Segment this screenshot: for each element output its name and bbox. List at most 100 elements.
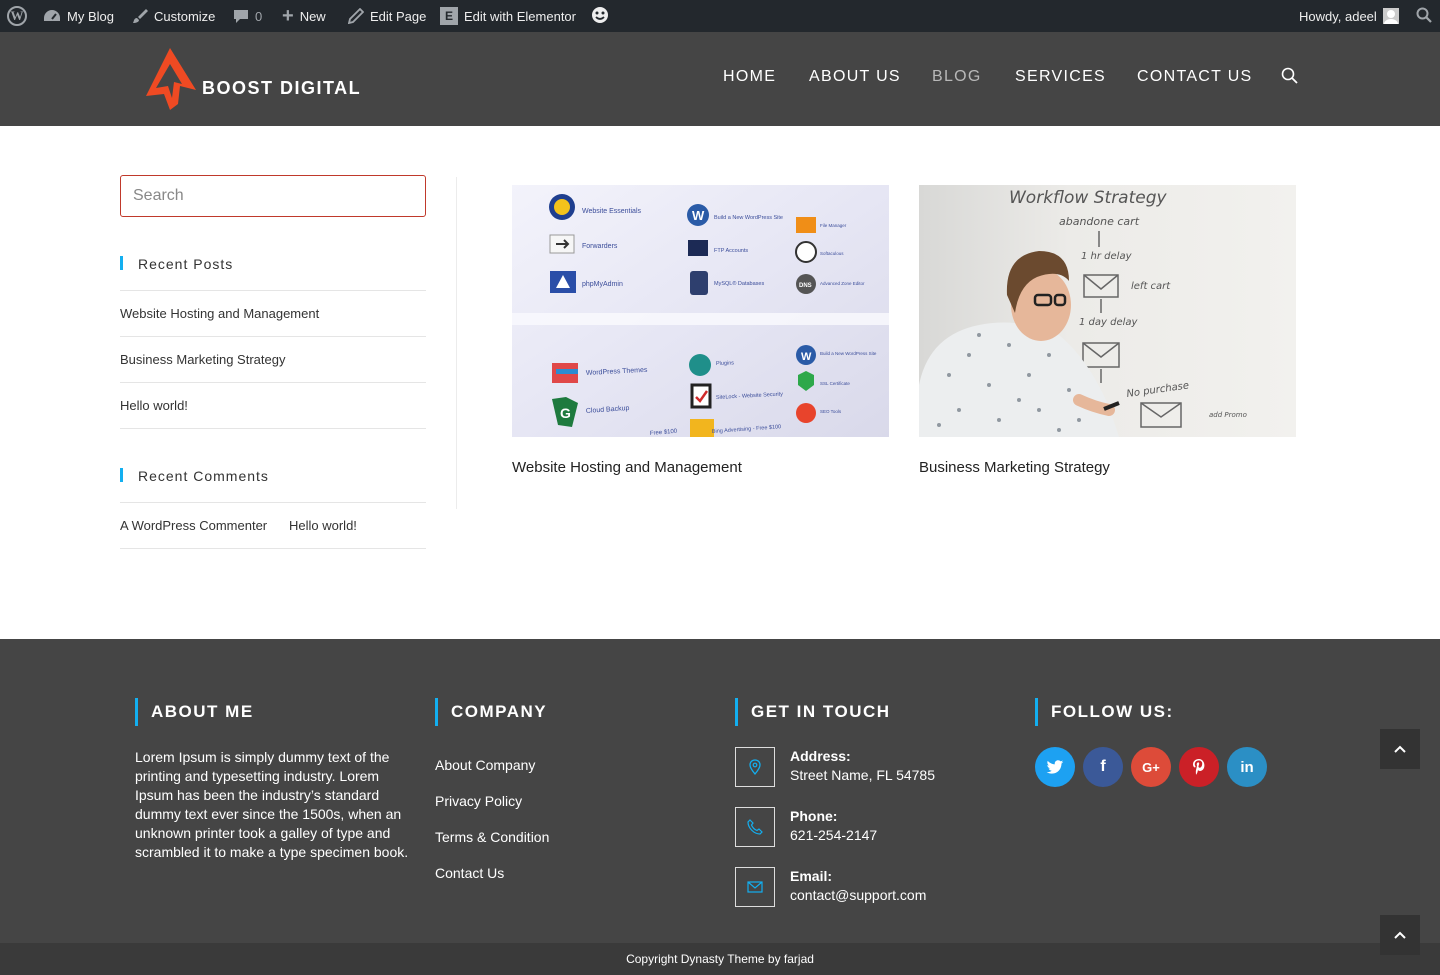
image-label: Build a New WordPress Site [820, 351, 877, 356]
phone-label: Phone: [790, 808, 838, 824]
image-label: Website Essentials [582, 208, 642, 215]
recent-post-link[interactable]: Website Hosting and Management [120, 306, 319, 321]
comment-author-link[interactable]: A WordPress Commenter [120, 518, 267, 533]
image-label: MySQL® Databases [714, 280, 764, 287]
recent-posts-title: Recent Posts [120, 256, 233, 272]
dashboard-icon [43, 8, 61, 24]
image-label: add Promo [1209, 411, 1247, 419]
footer-link-privacy-policy[interactable]: Privacy Policy [435, 793, 522, 809]
new-button[interactable]: + New [282, 0, 326, 32]
divider [120, 548, 426, 549]
address-label: Address: [790, 748, 851, 764]
image-label: Advanced Zone Editor [820, 281, 865, 286]
svg-text:W: W [692, 208, 705, 223]
twitter-icon[interactable] [1035, 747, 1075, 787]
footer-follow-title: FOLLOW US: [1035, 698, 1174, 726]
customize-label: Customize [154, 8, 216, 24]
logo-arrow-icon [142, 46, 198, 117]
wordpress-icon: W [7, 6, 27, 26]
recent-comments-title: Recent Comments [120, 468, 269, 484]
footer-about-text: Lorem Ipsum is simply dummy text of the … [135, 749, 409, 860]
edit-page-label: Edit Page [370, 8, 427, 24]
elementor-icon: E [440, 7, 458, 25]
post-title-link[interactable]: Business Marketing Strategy [919, 459, 1110, 476]
linkedin-icon[interactable]: in [1227, 747, 1267, 787]
search-icon [1416, 7, 1432, 26]
nav-contact-us[interactable]: CONTACT US [1137, 68, 1253, 86]
recent-post-link[interactable]: Business Marketing Strategy [120, 352, 285, 367]
post-thumbnail-marketing[interactable]: Workflow Strategy abandone cart 1 hr del… [919, 185, 1296, 437]
nav-about-us[interactable]: ABOUT US [809, 68, 901, 86]
divider [120, 290, 426, 291]
smiley-plugin-button[interactable] [591, 0, 609, 32]
email-value[interactable]: contact@support.com [790, 887, 926, 903]
address-value: Street Name, FL 54785 [790, 767, 936, 783]
nav-home[interactable]: HOME [723, 68, 776, 86]
bottom-bar: Copyright Dynasty Theme by farjad [0, 943, 1440, 975]
image-label: Plugins [716, 360, 734, 367]
comments-count: 0 [255, 8, 263, 24]
wordpress-logo-button[interactable]: W [7, 0, 27, 32]
image-label: FTP Accounts [714, 248, 748, 254]
divider [120, 336, 426, 337]
divider [120, 382, 426, 383]
copyright-text: Copyright Dynasty Theme by farjad [626, 952, 814, 966]
phone-icon [735, 807, 775, 847]
post-thumbnail-hosting[interactable]: Website Essentials Forwarders phpMyAdmin… [512, 185, 889, 437]
scroll-to-top-button-secondary[interactable] [1380, 915, 1420, 955]
nav-blog[interactable]: BLOG [932, 68, 982, 86]
edit-elementor-label: Edit with Elementor [464, 8, 576, 24]
edit-page-button[interactable]: Edit Page [348, 0, 426, 32]
footer-company-title: COMPANY [435, 698, 547, 726]
image-label: 1 hr delay [1081, 251, 1133, 262]
footer-link-contact-us[interactable]: Contact Us [435, 865, 504, 881]
scroll-to-top-button[interactable] [1380, 729, 1420, 769]
new-label: New [299, 8, 326, 24]
account-menu[interactable]: Howdy, adeel [1299, 0, 1399, 32]
image-label: Build a New WordPress Site [714, 215, 783, 221]
header-search-icon[interactable] [1281, 67, 1298, 89]
image-label: Softaculous [820, 251, 844, 256]
footer-about-title: ABOUT ME [135, 698, 254, 726]
edit-elementor-button[interactable]: E Edit with Elementor [440, 0, 576, 32]
google-plus-icon[interactable]: G+ [1131, 747, 1171, 787]
avatar [1382, 8, 1399, 24]
footer-link-about-company[interactable]: About Company [435, 757, 535, 773]
pencil-icon [348, 8, 364, 24]
email-icon [735, 867, 775, 907]
sidebar-divider [456, 177, 457, 509]
divider [120, 502, 426, 503]
comment-bubble-icon [233, 8, 249, 24]
my-blog-button[interactable]: My Blog [43, 0, 114, 32]
location-icon [735, 747, 775, 787]
phone-value: 621-254-2147 [790, 827, 878, 843]
brush-icon [132, 8, 148, 24]
image-label: phpMyAdmin [582, 281, 623, 288]
site-name-label: My Blog [67, 8, 114, 24]
recent-post-link[interactable]: Hello world! [120, 398, 188, 413]
nav-services[interactable]: SERVICES [1015, 68, 1106, 86]
svg-text:DNS: DNS [799, 283, 812, 289]
image-label: Forwarders [582, 243, 618, 250]
logo-text: BOOST DIGITAL [202, 78, 362, 98]
email-label: Email: [790, 868, 833, 884]
footer-contact-title: GET IN TOUCH [735, 698, 891, 726]
howdy-label: Howdy, adeel [1299, 8, 1377, 24]
site-logo[interactable]: BOOST DIGITAL [142, 46, 361, 117]
customize-button[interactable]: Customize [132, 0, 215, 32]
svg-text:G: G [560, 405, 571, 421]
post-title-link[interactable]: Website Hosting and Management [512, 459, 742, 476]
admin-search-button[interactable] [1416, 0, 1432, 32]
image-label: Workflow Strategy [1009, 188, 1168, 208]
divider [120, 428, 426, 429]
svg-text:W: W [801, 351, 812, 363]
image-label: abandone cart [1059, 215, 1140, 228]
comments-button[interactable]: 0 [233, 0, 262, 32]
image-label: 1 day delay [1079, 317, 1139, 328]
pinterest-icon[interactable] [1179, 747, 1219, 787]
site-header: BOOST DIGITAL HOME ABOUT US BLOG SERVICE… [0, 32, 1440, 126]
footer-link-terms[interactable]: Terms & Condition [435, 829, 549, 845]
sidebar-search-input[interactable] [120, 175, 426, 217]
comment-post-link[interactable]: Hello world! [289, 518, 357, 533]
facebook-icon[interactable]: f [1083, 747, 1123, 787]
